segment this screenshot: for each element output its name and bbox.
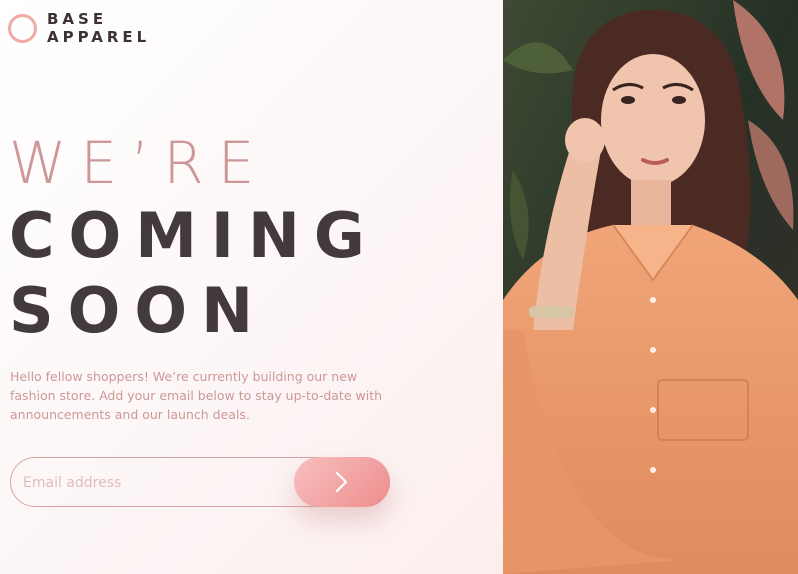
logo[interactable]: BASE APPAREL <box>8 10 150 46</box>
email-field[interactable] <box>23 472 283 494</box>
hero-photo <box>503 0 798 574</box>
content-panel: BASE APPAREL WE’RE COMING SOON Hello fel… <box>0 0 503 574</box>
submit-button[interactable] <box>294 457 390 507</box>
hero-image <box>503 0 798 574</box>
logo-line-1: BASE <box>47 10 108 28</box>
headline-light: WE’RE <box>9 129 269 197</box>
headline-coming: COMING <box>9 199 379 272</box>
description-text: Hello fellow shoppers! We’re currently b… <box>10 369 383 422</box>
headline-soon: SOON <box>9 274 267 347</box>
email-form <box>10 457 390 507</box>
page-title: WE’RE COMING SOON <box>9 128 379 348</box>
logo-text: BASE APPAREL <box>47 10 150 46</box>
logo-line-2: APPAREL <box>47 28 151 46</box>
logo-ring-icon <box>8 13 37 43</box>
chevron-right-icon <box>335 471 348 493</box>
